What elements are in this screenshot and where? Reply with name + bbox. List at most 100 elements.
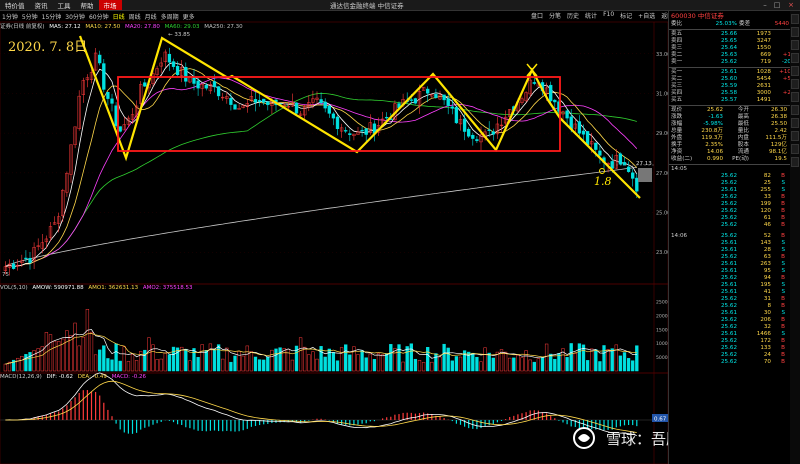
sidebar-button-3[interactable]: [791, 40, 799, 50]
candle-body: [446, 98, 450, 106]
sidebar-button-7[interactable]: [791, 92, 799, 102]
volume-bar: [175, 347, 180, 372]
quote-row-c3: 量比: [737, 128, 749, 134]
weibi-row: 委比 25.03% 委差 5440: [669, 21, 791, 28]
tool-stats[interactable]: 统计: [582, 11, 600, 21]
tool-mark[interactable]: 标记: [617, 11, 635, 21]
volume-bar: [356, 354, 360, 372]
candle-body: [102, 63, 106, 90]
sidebar-button-6[interactable]: [791, 79, 799, 89]
tick-row-c3: 8: [767, 303, 771, 309]
candle-body: [442, 94, 446, 101]
volume-bar: [184, 348, 188, 372]
tool-add-watchlist[interactable]: +自选: [635, 11, 658, 21]
price-axis-label: 33.00: [656, 52, 668, 58]
quote-row-c2: 119.3万: [701, 135, 723, 141]
menu-item-help[interactable]: 帮助: [76, 0, 99, 10]
sidebar-button-10[interactable]: [791, 131, 799, 141]
xueqiu-logo-icon: [573, 427, 595, 449]
close-icon[interactable]: ×: [786, 0, 796, 10]
tick-row-c3: 46: [763, 222, 771, 228]
tick-row-c3: 120: [760, 208, 771, 214]
volume-bar: [77, 345, 81, 372]
period-daily[interactable]: 日线: [111, 12, 127, 21]
tool-history[interactable]: 历史: [564, 11, 582, 21]
candle-body: [106, 92, 110, 99]
quote-row: 收益(二) 0.990 PE(动) 19.5: [669, 156, 791, 163]
candle-body: [635, 177, 639, 192]
period-5min[interactable]: 5分钟: [20, 12, 40, 21]
sidebar-button-12[interactable]: [791, 157, 799, 167]
tool-f10[interactable]: F10: [600, 11, 617, 21]
quote-row-c2: 0.990: [706, 156, 723, 162]
volume-bar: [65, 330, 69, 372]
sidebar-button-11[interactable]: [791, 144, 799, 154]
volume-bar: [241, 355, 245, 372]
period-15min[interactable]: 15分钟: [40, 12, 64, 21]
sidebar-button-1[interactable]: [791, 14, 799, 24]
period-1min[interactable]: 1分钟: [0, 12, 20, 21]
ask-row: 卖二 25.63 669 +1: [669, 52, 791, 59]
volume-bar: [475, 356, 479, 372]
tick-row-c3: 63: [763, 254, 771, 260]
volume-bar: [24, 354, 28, 372]
sidebar-button-5[interactable]: [791, 66, 799, 76]
volume-bar: [171, 346, 176, 372]
bid-row-c4: [771, 97, 791, 104]
tick-row-c4: S: [781, 261, 785, 267]
quote-row: 外盘 119.3万 内盘 111.5万: [669, 135, 791, 142]
bid-row-c4: +10: [779, 69, 791, 75]
menu-item-tools[interactable]: 工具: [53, 0, 76, 10]
period-60min[interactable]: 60分钟: [87, 12, 111, 21]
volume-bar: [216, 344, 221, 372]
candle-body: [598, 150, 602, 156]
volume-bar: [221, 358, 225, 372]
ask-row-c3: 1550: [756, 45, 771, 51]
volume-bar: [430, 361, 434, 372]
sidebar-button-8[interactable]: [791, 105, 799, 115]
tool-fenbi[interactable]: 分笔: [546, 11, 564, 21]
tick-row: 25.62 32 B: [669, 324, 791, 331]
candle-body: [450, 106, 454, 109]
volume-bar: [290, 359, 295, 372]
tick-row: 25.61 41 S: [669, 289, 791, 296]
ask-row-c1: 卖五: [671, 31, 683, 37]
volume-bar: [594, 349, 598, 372]
tick-row-c3: 82: [763, 173, 771, 179]
volume-bar: [528, 359, 532, 372]
volume-bar: [85, 309, 90, 372]
sidebar-button-4[interactable]: [791, 53, 799, 63]
sidebar-button-2[interactable]: [791, 27, 799, 37]
volume-bar: [544, 343, 549, 372]
tool-pankou[interactable]: 盘口: [528, 11, 546, 21]
sidebar-button-9[interactable]: [791, 118, 799, 128]
minimize-icon[interactable]: –: [760, 0, 770, 10]
candle-body: [233, 104, 237, 110]
menu-item-market[interactable]: 市场: [98, 0, 122, 10]
maximize-icon[interactable]: □: [772, 0, 782, 10]
tick-row-c4: B: [781, 173, 785, 179]
quote-row: 总量 230.8万 量比 2.42: [669, 128, 791, 135]
quote-row-c3: 流通: [737, 149, 749, 155]
bid-row: 买一 25.61 1028 +10: [669, 69, 791, 76]
period-more[interactable]: 更多: [181, 12, 197, 21]
period-30min[interactable]: 30分钟: [63, 12, 87, 21]
candle-body: [565, 110, 569, 119]
volume-bar: [417, 359, 422, 372]
kline-chart-area[interactable]: 0.67 1.8 33.00 31.00 29.00 27.00 25.00 23.00 ←…: [0, 0, 668, 464]
volume-bar: [483, 347, 487, 372]
menu-item-market-value[interactable]: 特价值: [0, 0, 30, 10]
candle-body: [553, 99, 557, 103]
volume-bar: [126, 361, 131, 372]
candle-body: [335, 116, 340, 129]
period-weekly[interactable]: 周线: [127, 12, 143, 21]
menu-item-news[interactable]: 资讯: [30, 0, 53, 10]
candle-body: [327, 105, 331, 114]
period-monthly[interactable]: 月线: [143, 12, 159, 21]
bid-row-c2: 25.57: [720, 97, 737, 103]
tick-row: 25.62 63 B: [669, 254, 791, 261]
tick-row: 25.62 133 B: [669, 345, 791, 352]
period-multi[interactable]: 多周期: [159, 12, 181, 21]
tick-row: 25.62 61 B: [669, 215, 791, 222]
candle-body: [385, 116, 389, 119]
